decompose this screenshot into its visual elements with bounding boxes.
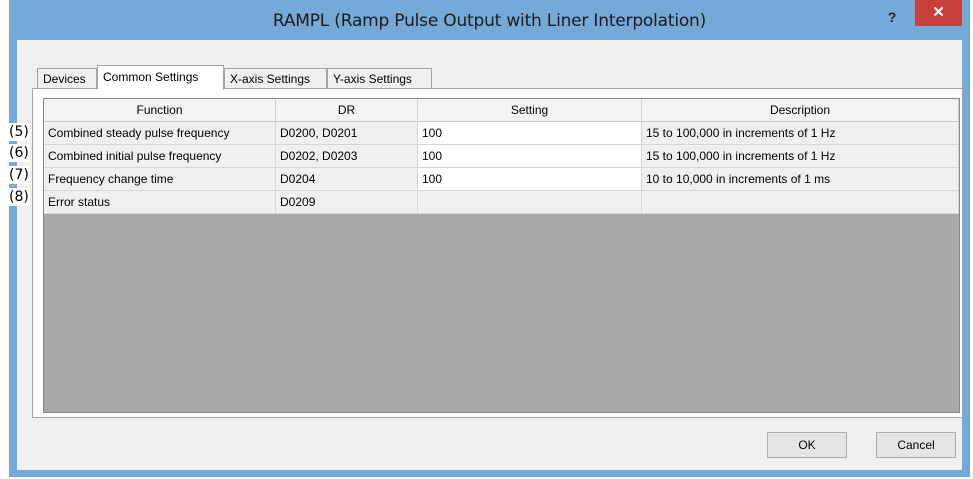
cancel-button[interactable]: Cancel bbox=[876, 432, 956, 458]
header-function[interactable]: Function bbox=[44, 99, 276, 122]
setting-input bbox=[418, 191, 642, 214]
header-dr[interactable]: DR bbox=[276, 99, 418, 122]
setting-input[interactable]: 100 bbox=[418, 168, 642, 191]
close-icon: ✕ bbox=[932, 4, 945, 21]
tab-common-settings[interactable]: Common Settings bbox=[97, 65, 224, 90]
dialog-title: RAMPL (Ramp Pulse Output with Liner Inte… bbox=[272, 11, 707, 31]
tab-x-axis-settings[interactable]: X-axis Settings bbox=[224, 68, 327, 88]
callout-label: (7) bbox=[8, 166, 30, 184]
table-row: (7) Frequency change time D0204 100 10 t… bbox=[8, 166, 959, 191]
tab-devices[interactable]: Devices bbox=[37, 68, 97, 88]
dr-cell: D0200, D0201 bbox=[276, 122, 418, 145]
setting-input[interactable]: 100 bbox=[418, 145, 642, 168]
table-row: (6) Combined initial pulse frequency D02… bbox=[8, 144, 959, 168]
function-cell: Frequency change time bbox=[44, 168, 276, 191]
close-button[interactable]: ✕ bbox=[915, 0, 962, 26]
settings-grid: Function DR Setting Description (5) Comb… bbox=[8, 98, 960, 413]
function-cell: Error status bbox=[44, 191, 276, 214]
callout-label: (8) bbox=[8, 188, 30, 206]
dr-cell: D0202, D0203 bbox=[276, 145, 418, 168]
description-cell: 15 to 100,000 in increments of 1 Hz bbox=[642, 122, 959, 145]
dialog-window: RAMPL (Ramp Pulse Output with Liner Inte… bbox=[8, 0, 970, 477]
function-cell: Combined initial pulse frequency bbox=[44, 145, 276, 168]
table-row: (8) Error status D0209 bbox=[8, 188, 959, 214]
dr-cell: D0204 bbox=[276, 168, 418, 191]
dialog-client-area: Devices Common Settings X-axis Settings … bbox=[8, 40, 963, 470]
callout-label: (6) bbox=[8, 144, 30, 162]
title-bar[interactable]: RAMPL (Ramp Pulse Output with Liner Inte… bbox=[9, 0, 970, 40]
dr-cell: D0209 bbox=[276, 191, 418, 214]
description-cell bbox=[642, 191, 959, 214]
description-cell: 15 to 100,000 in increments of 1 Hz bbox=[642, 145, 959, 168]
header-description[interactable]: Description bbox=[642, 99, 959, 122]
header-setting[interactable]: Setting bbox=[418, 99, 642, 122]
tab-panel: Function DR Setting Description (5) Comb… bbox=[8, 88, 963, 418]
setting-input[interactable]: 100 bbox=[418, 122, 642, 145]
tab-y-axis-settings[interactable]: Y-axis Settings bbox=[327, 68, 432, 88]
function-cell: Combined steady pulse frequency bbox=[44, 122, 276, 145]
table-row: (5) Combined steady pulse frequency D020… bbox=[8, 122, 959, 145]
callout-label: (5) bbox=[8, 123, 30, 141]
grid-header-row: Function DR Setting Description bbox=[44, 99, 959, 122]
help-button[interactable]: ? bbox=[879, 6, 905, 28]
description-cell: 10 to 10,000 in increments of 1 ms bbox=[642, 168, 959, 191]
ok-button[interactable]: OK bbox=[767, 432, 847, 458]
